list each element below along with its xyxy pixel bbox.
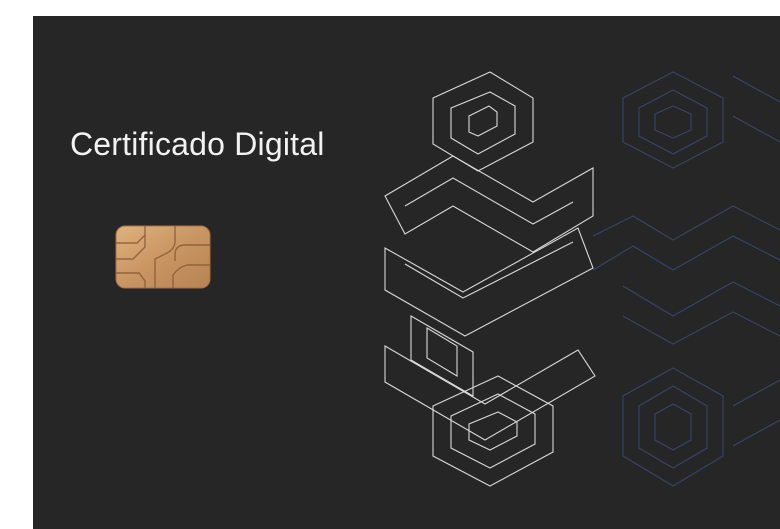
hexagonal-geometric-emblem — [384, 71, 780, 487]
digital-certificate-card: Certificado Digital — [33, 16, 780, 529]
